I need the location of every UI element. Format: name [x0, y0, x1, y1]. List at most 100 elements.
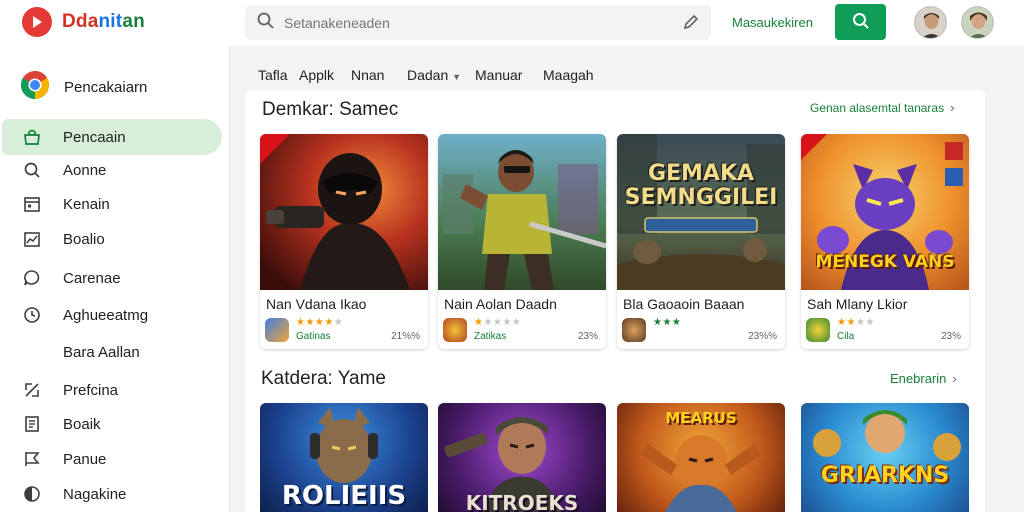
game-title: Sah Mlany Lkior — [807, 296, 908, 312]
game-price: 23%% — [748, 331, 777, 342]
game-card[interactable]: MEARUS — [617, 403, 785, 512]
game-artwork — [813, 410, 961, 461]
search-icon — [257, 12, 274, 34]
section-link-label: Genan alasemtal tanaras — [810, 100, 945, 115]
section-title: Demkar: Samec — [262, 99, 399, 120]
sidebar-item-prefcina[interactable]: Prefcina — [2, 372, 222, 408]
artwork-title: GEMAKA SEMNGGILEI — [624, 161, 778, 210]
game-artwork: GEMAKA SEMNGGILEI — [617, 134, 785, 290]
chat-icon — [22, 268, 42, 288]
game-artwork — [260, 134, 428, 290]
search-input[interactable] — [284, 14, 664, 31]
section-see-more-link[interactable]: Enebrarin › — [890, 371, 957, 386]
artwork-title: GRIARKNS — [820, 463, 950, 488]
sidebar-header[interactable]: Pencakaiarn — [20, 70, 147, 105]
game-card[interactable]: KITROEKS — [438, 403, 606, 512]
tab-maagah[interactable]: Maagah — [543, 67, 594, 83]
game-price: 21%% — [391, 331, 420, 342]
sidebar-item-pencaain[interactable]: Pencaain — [2, 119, 222, 155]
artwork-title: MEARUS — [665, 409, 737, 427]
search-icon — [852, 12, 870, 33]
rating-stars: ★★★★ — [837, 317, 875, 328]
sidebar-item-bara-aallan[interactable]: Bara Aallan — [2, 334, 222, 370]
game-card[interactable]: ROLIEIIS — [260, 403, 428, 512]
section-link-label: Enebrarin — [890, 371, 947, 386]
game-subtitle: Zatikas — [474, 331, 507, 342]
game-title: Nan Vdana Ikao — [266, 296, 367, 312]
section-see-more-link[interactable]: Genan alasemtal tanaras › — [810, 100, 954, 115]
artwork-title: ROLIEIIS — [281, 481, 407, 511]
tab-dadan[interactable]: Dadan ▼ — [407, 67, 461, 83]
search-button[interactable] — [835, 4, 886, 40]
game-card[interactable]: GRIARKNS — [801, 403, 969, 512]
search-bar[interactable] — [245, 5, 711, 40]
brand-logo[interactable]: Ddanitan — [22, 7, 145, 37]
game-card[interactable]: Nan Vdana Ikao ★★★★★ Gatinas 21%% — [260, 134, 428, 349]
caret-down-icon: ▼ — [452, 72, 462, 82]
chart-icon — [22, 229, 42, 249]
game-card[interactable]: Nain Aolan Daadn ★★★★★ Zatikas 23% — [438, 134, 606, 349]
sidebar-item-aghueeatmg[interactable]: Aghueeatmg — [2, 297, 222, 333]
app-icon — [806, 318, 830, 342]
game-price: 23% — [940, 331, 961, 342]
shield-icon — [22, 484, 42, 504]
sidebar-item-label: Aghueeatmg — [63, 306, 149, 324]
sidebar-item-label: Carenae — [63, 269, 121, 287]
section-title: Katdera: Yame — [261, 368, 386, 389]
sidebar-item-label: Boalio — [63, 230, 105, 248]
artwork-title: MENEGK VANS — [815, 252, 955, 272]
sidebar-item-boalio[interactable]: Boalio — [2, 221, 222, 257]
sidebar-item-label: Aonne — [63, 161, 107, 179]
sidebar-item-panue[interactable]: Panue — [2, 441, 222, 477]
game-subtitle: Gatinas — [296, 331, 331, 342]
sidebar-item-label: Panue — [63, 450, 107, 468]
chevron-right-icon: › — [952, 371, 957, 386]
game-artwork — [438, 134, 606, 290]
sidebar-item-label: Pencaain — [63, 128, 126, 146]
app-icon — [265, 318, 289, 342]
sidebar: Pencakaiarn Pencaain Aonne Kenain Boalio… — [0, 46, 230, 512]
chrome-logo-icon — [20, 70, 50, 105]
store-icon — [22, 127, 42, 147]
sidebar-item-nagakine[interactable]: Nagakine — [2, 476, 222, 512]
clock-icon — [22, 305, 42, 325]
scrollbar[interactable] — [1013, 48, 1019, 512]
rating-stars: ★★★★★ — [474, 317, 522, 328]
app-icon — [622, 318, 646, 342]
pencil-icon[interactable] — [683, 14, 699, 35]
sidebar-item-label: Prefcina — [63, 381, 119, 399]
sidebar-item-carenae[interactable]: Carenae — [2, 260, 222, 296]
rating-stars: ★★★★★ — [296, 317, 344, 328]
game-subtitle: Cila — [837, 331, 855, 342]
game-title: Nain Aolan Daadn — [444, 296, 557, 312]
tab-tafla[interactable]: Tafla — [258, 67, 288, 83]
sidebar-item-label: Bara Aallan — [63, 343, 140, 361]
calendar-icon — [22, 194, 42, 214]
sidebar-item-label: Nagakine — [63, 485, 127, 503]
game-card[interactable]: MENEGK VANS Sah Mlany Lkior ★★★★ Cila 23… — [801, 134, 969, 349]
tag-icon — [22, 380, 42, 400]
tab-label: Dadan — [407, 67, 449, 83]
chevron-right-icon: › — [950, 100, 955, 115]
rating-stars: ★★★ — [653, 317, 682, 328]
document-icon — [22, 414, 42, 434]
game-price: 23% — [577, 331, 598, 342]
sidebar-item-kenain[interactable]: Kenain — [2, 186, 222, 222]
category-tabs: Tafla Applk Nnan Dadan ▼ Manuar Maagah — [232, 46, 1024, 90]
app-icon — [443, 318, 467, 342]
sidebar-title: Pencakaiarn — [64, 79, 148, 96]
sidebar-item-aonne[interactable]: Aonne — [2, 152, 222, 188]
artwork-title: KITROEKS — [465, 491, 579, 512]
play-logo-icon — [22, 7, 52, 37]
avatar[interactable] — [914, 6, 947, 39]
sidebar-item-label: Kenain — [63, 195, 110, 213]
sidebar-item-boaik[interactable]: Boaik — [2, 406, 222, 442]
tab-applk[interactable]: Applk — [299, 67, 334, 83]
header-link[interactable]: Masaukekiren — [732, 15, 813, 30]
game-title: Bla Gaoaoin Baaan — [623, 296, 745, 312]
game-artwork: MENEGK VANS — [801, 134, 969, 290]
tab-manuar[interactable]: Manuar — [475, 67, 522, 83]
avatar[interactable] — [961, 6, 994, 39]
tab-nnan[interactable]: Nnan — [351, 67, 384, 83]
game-card[interactable]: GEMAKA SEMNGGILEI Bla Gaoaoin Baaan ★★★ … — [617, 134, 785, 349]
